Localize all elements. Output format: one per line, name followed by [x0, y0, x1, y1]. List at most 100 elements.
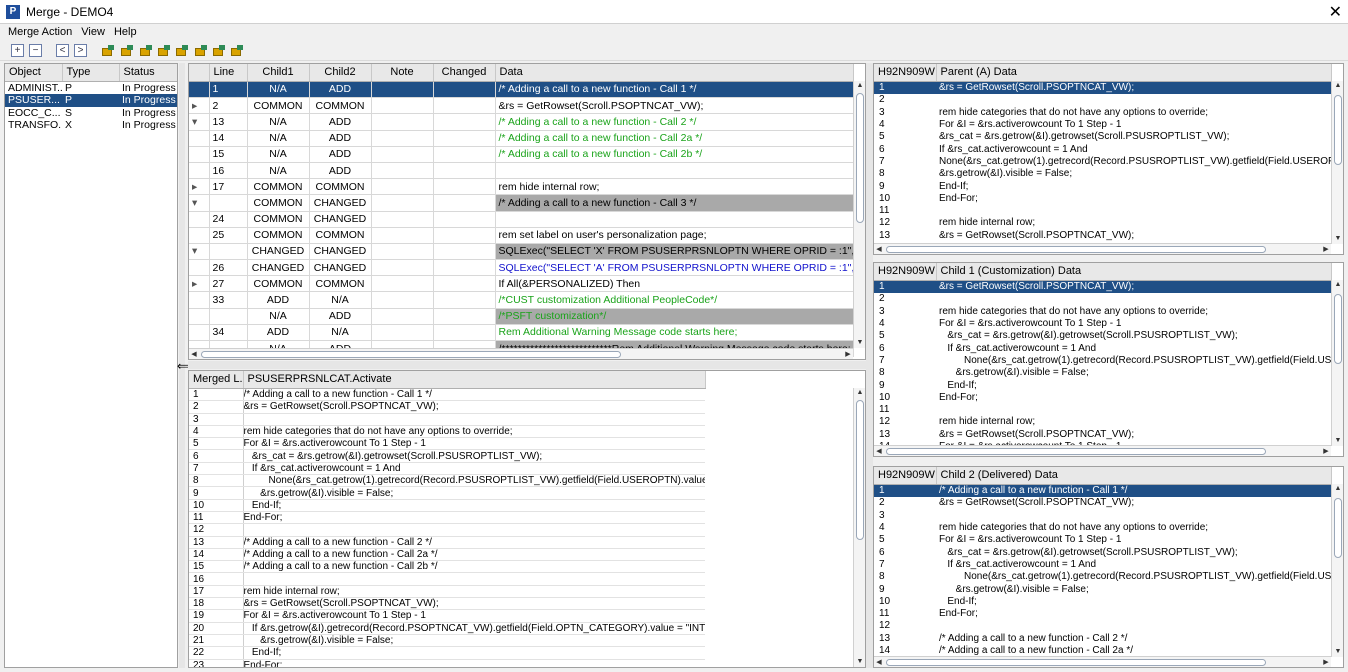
parent-code-line[interactable]: 4 For &I = &rs.activerowcount To 1 Step -… [874, 118, 1331, 130]
parent-vertical-scrollbar[interactable]: ▲ ▼ [1331, 81, 1343, 244]
merged-code-line[interactable]: 8 None(&rs_cat.getrow(1).getrecord(Recor… [189, 474, 705, 488]
child2-horizontal-scrollbar[interactable]: ◀ ▶ [874, 656, 1331, 667]
column-header-data[interactable]: Data [495, 64, 854, 82]
child1-code-line[interactable]: 2 [874, 293, 1331, 305]
scroll-down-icon[interactable]: ▼ [854, 338, 865, 348]
scroll-thumb[interactable] [856, 400, 864, 540]
child2-code-line[interactable]: 10 End-If; [874, 595, 1331, 607]
compare-vertical-scrollbar[interactable]: ▲ ▼ [853, 81, 865, 348]
child2-vertical-scrollbar[interactable]: ▲ ▼ [1331, 484, 1343, 657]
parent-code-line[interactable]: 8 &rs.getrow(&I).visible = False; [874, 168, 1331, 180]
compare-row[interactable]: ▸ 2 COMMON COMMON &rs = GetRowset(Scroll.PSO… [189, 97, 854, 115]
column-header-status[interactable]: Status [119, 64, 177, 82]
merged-code-line[interactable]: 4 rem hide categories that do not have an… [189, 425, 705, 439]
close-icon[interactable]: ✕ [1329, 2, 1342, 22]
scroll-thumb[interactable] [886, 246, 1266, 253]
merged-code-line[interactable]: 13/* Adding a call to a new function - C… [189, 536, 705, 549]
parent-code-line[interactable]: 11 [874, 204, 1331, 216]
folder-action-8-icon[interactable] [231, 45, 243, 56]
parent-code-line[interactable]: 13 &rs = GetRowset(Scroll.PSOPTNCAT_VW); [874, 229, 1331, 241]
row-expander-icon[interactable] [189, 291, 210, 309]
object-row[interactable]: PSUSER... P In Progress [5, 94, 177, 107]
merged-code-line[interactable]: 22 End-If; [189, 646, 705, 660]
row-expander-icon[interactable] [189, 259, 210, 277]
scroll-thumb[interactable] [886, 659, 1266, 666]
folder-action-4-icon[interactable] [158, 45, 170, 56]
compare-row[interactable]: 1 N/A ADD /* Adding a call to a new functio… [189, 81, 854, 99]
child2-code-line[interactable]: 11 End-For; [874, 607, 1331, 619]
row-expander-icon[interactable]: ▸ [189, 97, 210, 115]
compare-row[interactable]: ▾ CHANGED CHANGED SQLExec("SELECT 'X' FROM … [189, 243, 854, 261]
compare-row[interactable]: 33 ADD N/A /*CUST customization Additional … [189, 291, 854, 309]
row-expander-icon[interactable] [189, 211, 210, 228]
compare-row[interactable]: 34 ADD N/A Rem Additional Warning Message c… [189, 324, 854, 342]
scroll-right-icon[interactable]: ▶ [843, 349, 853, 359]
merged-vertical-scrollbar[interactable]: ▲ ▼ [853, 388, 865, 667]
row-expander-icon[interactable] [189, 81, 210, 99]
parent-code-line[interactable]: 7 None(&rs_cat.getrow(1).getrecord(Record… [874, 155, 1331, 167]
folder-action-7-icon[interactable] [213, 45, 225, 56]
parent-code-line[interactable]: 2 [874, 94, 1331, 106]
row-expander-icon[interactable] [189, 324, 210, 342]
merged-code-line[interactable]: 18 &rs = GetRowset(Scroll.PSOPTNCAT_VW); [189, 597, 705, 611]
column-header-changed[interactable]: Changed [433, 64, 496, 82]
folder-action-2-icon[interactable] [121, 45, 133, 56]
collapse-all-icon[interactable]: − [29, 44, 42, 57]
parent-code-line[interactable]: 5 &rs_cat = &rs.getrow(&I).getrowset(Scro… [874, 131, 1331, 143]
scroll-thumb[interactable] [201, 351, 621, 358]
row-expander-icon[interactable]: ▸ [189, 275, 210, 293]
scroll-down-icon[interactable]: ▼ [1332, 234, 1343, 244]
child1-code-line[interactable]: 8 &rs.getrow(&I).visible = False; [874, 367, 1331, 379]
child1-code-line[interactable]: 6 If &rs_cat.activerowcount = 1 And [874, 342, 1331, 354]
row-expander-icon[interactable] [189, 227, 210, 244]
column-header-merged-source[interactable]: PSUSERPRSNLCAT.Activate [243, 371, 706, 389]
child2-code-line[interactable]: 8 None(&rs_cat.getrow(1).getrecord(Recor… [874, 571, 1331, 583]
compare-row[interactable]: ▾ 13 N/A ADD /* Adding a call to a new funct… [189, 113, 854, 131]
column-header-line[interactable]: Line [209, 64, 248, 82]
scroll-down-icon[interactable]: ▼ [854, 657, 865, 667]
scroll-right-icon[interactable]: ▶ [1321, 244, 1331, 254]
scroll-left-icon[interactable]: ◀ [874, 657, 884, 667]
column-header-object[interactable]: Object [5, 64, 63, 82]
child1-horizontal-scrollbar[interactable]: ◀ ▶ [874, 445, 1331, 456]
folder-action-3-icon[interactable] [140, 45, 152, 56]
folder-action-1-icon[interactable] [102, 45, 114, 56]
merged-code-line[interactable]: 2 &rs = GetRowset(Scroll.PSOPTNCAT_VW); [189, 400, 705, 414]
object-row[interactable]: EOCC_C... S In Progress [5, 107, 177, 120]
child1-code-line[interactable]: 5 &rs_cat = &rs.getrow(&I).getrowset(Scr… [874, 330, 1331, 342]
column-header-merged-line[interactable]: Merged L... [189, 371, 244, 389]
parent-code-line[interactable]: 10 End-For; [874, 192, 1331, 204]
row-expander-icon[interactable] [189, 146, 210, 163]
merged-code-line[interactable]: 6 &rs_cat = &rs.getrow(&I).getrowset(Scr… [189, 449, 705, 463]
compare-row[interactable]: 16 N/A ADD [189, 162, 854, 180]
child2-code-line[interactable]: 1/* Adding a call to a new function - Ca… [874, 484, 1331, 497]
child2-code-line[interactable]: 9 &rs.getrow(&I).visible = False; [874, 583, 1331, 595]
column-header-child2[interactable]: Child2 [309, 64, 372, 82]
child1-vertical-scrollbar[interactable]: ▲ ▼ [1331, 280, 1343, 446]
row-expander-icon[interactable]: ▾ [189, 113, 210, 131]
child2-code-line[interactable]: 3 [874, 509, 1331, 521]
scroll-thumb[interactable] [886, 448, 1266, 455]
parent-code-line[interactable]: 6 If &rs_cat.activerowcount = 1 And [874, 143, 1331, 155]
row-expander-icon[interactable] [189, 162, 210, 180]
child2-code-line[interactable]: 14 /* Adding a call to a new function - C… [874, 644, 1331, 656]
compare-row[interactable]: ▾ COMMON CHANGED /* Adding a call to a new … [189, 194, 854, 212]
folder-action-5-icon[interactable] [176, 45, 188, 56]
child1-code-line[interactable]: 9 End-If; [874, 379, 1331, 391]
child2-code-line[interactable]: 13 /* Adding a call to a new function - C… [874, 632, 1331, 644]
compare-row[interactable]: 25 COMMON COMMON rem set label on user's pe… [189, 227, 854, 244]
compare-row[interactable]: 24 COMMON CHANGED [189, 211, 854, 228]
merged-code-line[interactable]: 21 &rs.getrow(&I).visible = False; [189, 634, 705, 648]
scroll-up-icon[interactable]: ▲ [854, 81, 865, 91]
scroll-down-icon[interactable]: ▼ [1332, 647, 1343, 657]
merged-code-line[interactable]: 3 [189, 413, 705, 426]
menu-help[interactable]: Help [112, 24, 141, 38]
scroll-thumb[interactable] [1334, 498, 1342, 558]
scroll-right-icon[interactable]: ▶ [1321, 446, 1331, 456]
merged-code-line[interactable]: 20 If &rs.getrow(&I).getrecord(Record.PS… [189, 622, 705, 635]
child2-code-line[interactable]: 4 rem hide categories that do not have an… [874, 521, 1331, 533]
column-header-note[interactable]: Note [371, 64, 434, 82]
row-expander-icon[interactable]: ▾ [189, 194, 210, 212]
menu-merge-action[interactable]: Merge Action [0, 24, 76, 38]
child2-code-line[interactable]: 2 &rs = GetRowset(Scroll.PSOPTNCAT_VW); [874, 497, 1331, 509]
